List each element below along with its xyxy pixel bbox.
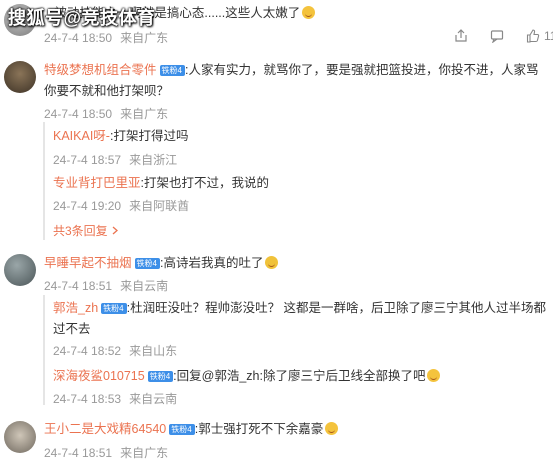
vomit-emoji-icon (265, 256, 279, 269)
reply-text: :杜润旺没吐？程帅澎没吐？ 这都是一群啥，后卫除了廖三宁其他人过半场都过不去 (53, 301, 547, 336)
like-icon[interactable] (526, 29, 540, 43)
reply-location: 来自浙江 (129, 153, 178, 167)
comment-meta: 24-7-4 18:51 来自广东 (44, 444, 176, 461)
fan-badge: 铁粉4 (159, 65, 185, 76)
reply-thread-bar (43, 122, 45, 240)
reply-meta: 24-7-4 18:53 来自云南 (53, 390, 185, 407)
reply-author[interactable]: 深海夜鲨010715 (53, 369, 145, 383)
comment-actions: 11 (454, 29, 553, 44)
comment-location: 来自广东 (120, 107, 169, 121)
comment-time: 24-7-4 18:51 (44, 279, 113, 293)
reply-location: 来自山东 (129, 344, 178, 358)
reply-time: 24-7-4 18:53 (53, 392, 122, 406)
share-icon[interactable] (454, 29, 468, 43)
comment-author[interactable]: 早睡早起不抽烟 (44, 256, 132, 270)
reply-meta: 24-7-4 18:52 来自山东 (53, 342, 185, 359)
comment-body: 特级梦想机组合零件 铁粉4:人家有实力，就骂你了，要是强就把篮投进，你投不进，人家… (44, 60, 544, 102)
reply-thread-bar (43, 295, 45, 405)
comment-meta: 24-7-4 18:50 来自广东 (44, 29, 176, 46)
comment-location: 来自广东 (120, 31, 169, 45)
watermark: 搜狐号@竞技体育 (8, 8, 156, 28)
comment-time: 24-7-4 18:50 (44, 31, 113, 45)
reply-meta: 24-7-4 19:20 来自阿联酋 (53, 197, 197, 214)
comment-author[interactable]: 特级梦想机组合零件 (44, 63, 157, 77)
chevron-right-icon (112, 226, 119, 235)
laugh-emoji-icon (325, 422, 339, 435)
more-replies-link[interactable]: 共3条回复 (53, 222, 119, 239)
fan-badge: 铁粉4 (169, 424, 195, 435)
reply-text: :回复@郭浩_zh:除了廖三宁后卫线全部换了吧 (173, 369, 426, 383)
laugh-emoji-icon (302, 6, 316, 19)
comment-time: 24-7-4 18:51 (44, 446, 113, 460)
comment-meta: 24-7-4 18:50 来自广东 (44, 105, 176, 122)
fan-badge: 铁粉4 (147, 371, 174, 382)
like-count: 11 (544, 29, 553, 43)
reply-author[interactable]: KAIKAI呀- (53, 129, 110, 143)
reply-item: KAIKAI呀-:打架打得过吗 (53, 126, 188, 147)
comment-text: :郭士强打死不下余嘉豪 (194, 422, 324, 436)
reply-meta: 24-7-4 18:57 来自浙江 (53, 151, 185, 168)
comment-meta: 24-7-4 18:51 来自云南 (44, 277, 176, 294)
more-replies-label: 共3条回复 (53, 224, 108, 238)
comment-body: 王小二是大戏精64540 铁粉4:郭士强打死不下余嘉豪 (44, 419, 339, 440)
comment-text: :高诗岩我真的吐了 (159, 256, 264, 270)
reply-author[interactable]: 郭浩_zh (53, 301, 98, 315)
reply-author[interactable]: 专业背打巴里亚 (53, 176, 141, 190)
comment-body: 早睡早起不抽烟 铁粉4:高诗岩我真的吐了 (44, 253, 279, 274)
comment-time: 24-7-4 18:50 (44, 107, 113, 121)
avatar[interactable] (4, 421, 36, 453)
reply-item: 专业背打巴里亚:打架也打不过，我说的 (53, 173, 269, 194)
fan-badge: 铁粉4 (134, 258, 160, 269)
reply-item: 郭浩_zh 铁粉4:杜润旺没吐？程帅澎没吐？ 这都是一群啥，后卫除了廖三宁其他人过… (53, 298, 548, 340)
reply-time: 24-7-4 19:20 (53, 199, 122, 213)
reply-location: 来自云南 (129, 392, 178, 406)
fan-badge: 铁粉4 (101, 303, 127, 314)
reply-text: :打架打得过吗 (109, 129, 189, 143)
comment-location: 来自广东 (120, 446, 169, 460)
reply-time: 24-7-4 18:52 (53, 344, 122, 358)
avatar[interactable] (4, 61, 36, 93)
reply-item: 深海夜鲨010715 铁粉4:回复@郭浩_zh:除了廖三宁后卫线全部换了吧 (53, 366, 441, 387)
comment-location: 来自云南 (120, 279, 169, 293)
comment-icon[interactable] (490, 29, 504, 44)
avatar[interactable] (4, 254, 36, 286)
reply-time: 24-7-4 18:57 (53, 153, 122, 167)
reply-text: :打架也打不过，我说的 (140, 176, 269, 190)
reply-location: 来自阿联酋 (129, 199, 190, 213)
comment-author[interactable]: 王小二是大戏精64540 (44, 422, 166, 436)
laugh-emoji-icon (427, 369, 441, 382)
